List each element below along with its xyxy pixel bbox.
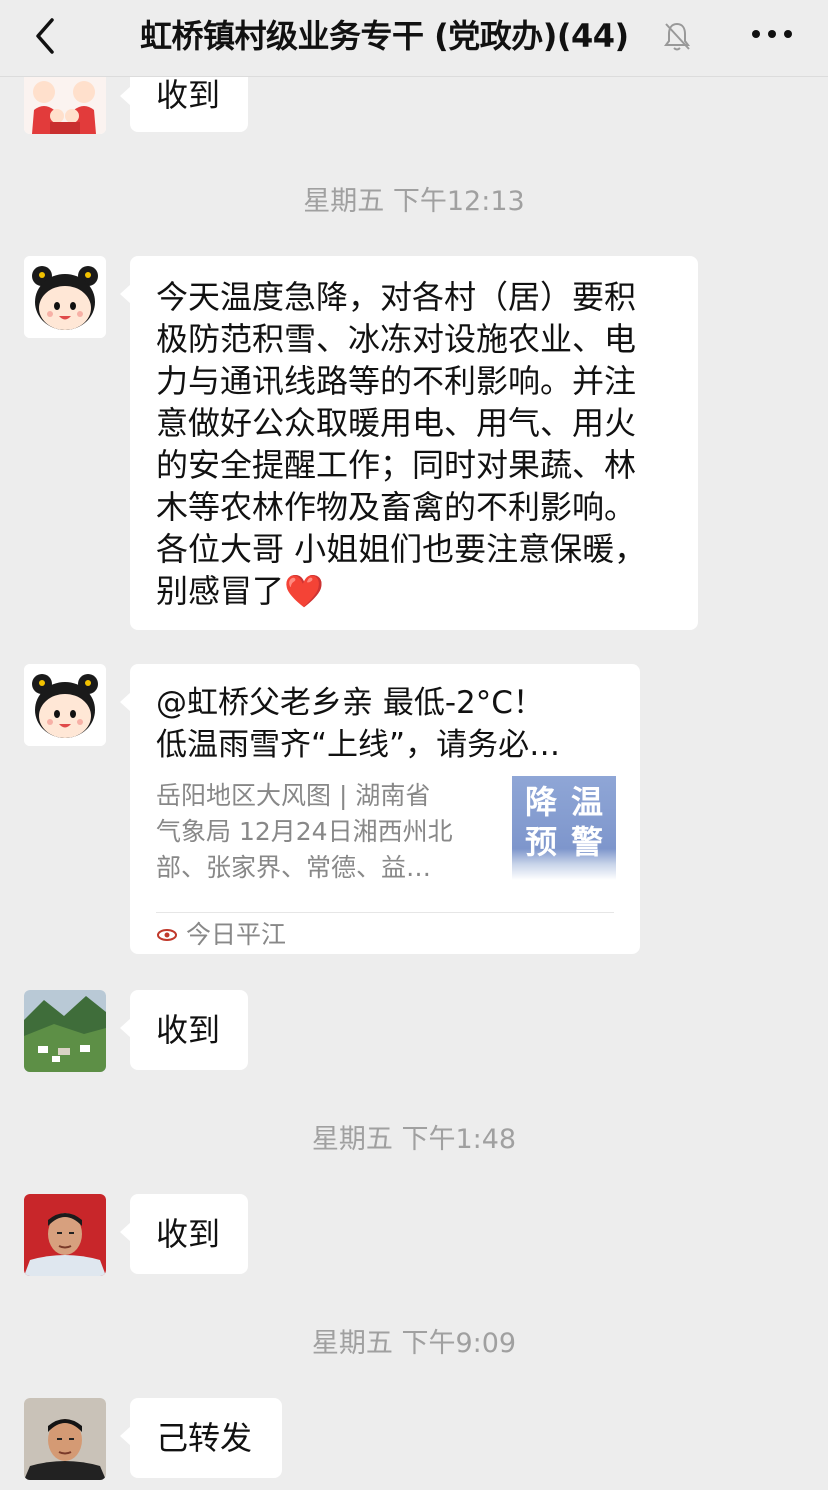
card-title: @虹桥父老乡亲 最低-2°C！ 低温雨雪齐“上线”，请务必… [156,685,561,763]
thumb-char: 温 [570,783,603,821]
timestamp: 星期五 下午1:48 [311,1124,517,1155]
chat-title: 虹桥镇村级业务专干 (党政办)(44) [140,17,629,55]
message-bubble[interactable]: 己转发 [120,1398,282,1478]
chevron-left-icon[interactable] [26,14,66,58]
message-text: 收到 [156,1215,221,1253]
message-bubble[interactable]: 收到 [120,1194,248,1274]
card-source: 今日平江 [186,920,287,949]
timestamp: 星期五 下午12:13 [303,186,525,217]
more-dots-icon[interactable] [750,22,794,46]
message-text: 己转发 [156,1419,253,1457]
landscape-avatar[interactable] [24,990,106,1072]
card-divider [156,912,614,913]
bell-off-icon [664,22,690,51]
card-description: 岳阳地区大风图 | 湖南省 气象局 12月24日湘西州北 部、张家界、常德、益… [156,781,453,882]
chat-header: 虹桥镇村级业务专干 (党政办)(44) [0,0,828,77]
message-bubble[interactable]: 收到 [120,990,248,1070]
red-heart-emoji: ❤️ [284,572,324,610]
card-thumbnail: 降 温 预 警 [512,776,616,880]
message-bubble[interactable]: 今天温度急降，对各村（居）要积 极防范积雪、冰冻对设施农业、电 力与通讯线路等的… [120,256,698,632]
message-text-body: 今天温度急降，对各村（居）要积 极防范积雪、冰冻对设施农业、电 力与通讯线路等的… [156,278,647,610]
man-photo-avatar[interactable] [24,1398,106,1480]
message-text: 收到 [156,1011,221,1049]
cartoon-girl-avatar[interactable] [24,664,106,746]
man-photo-avatar[interactable] [24,1194,106,1276]
source-logo-icon [157,929,177,941]
message-text: 今天温度急降，对各村（居）要积 极防范积雪、冰冻对设施农业、电 力与通讯线路等的… [130,256,698,632]
link-card[interactable]: @虹桥父老乡亲 最低-2°C！ 低温雨雪齐“上线”，请务必… 岳阳地区大风图 |… [120,664,640,954]
thumb-char: 降 [524,783,557,821]
cartoon-girl-avatar[interactable] [24,256,106,338]
thumb-char: 预 [524,823,557,861]
timestamp: 星期五 下午9:09 [311,1328,517,1359]
thumb-char: 警 [570,823,603,861]
